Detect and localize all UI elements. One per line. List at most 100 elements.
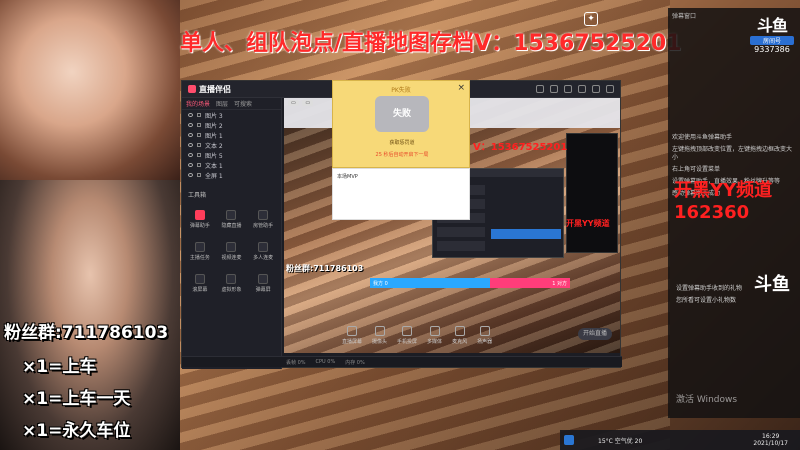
eye-icon[interactable] (188, 153, 193, 157)
minimize-icon[interactable] (578, 85, 586, 93)
tool-avatar[interactable]: 虚拟形象 (218, 269, 246, 297)
action-label: 摄像头 (372, 339, 388, 345)
room-number: 9337386 (754, 45, 790, 54)
room-label: 房间号 (750, 36, 794, 45)
tool-label: 视频连麦 (221, 254, 242, 261)
tab-layers[interactable]: 图层 (216, 99, 228, 108)
tool-danmu-helper[interactable]: 弹幕助手 (186, 205, 214, 233)
tab-search[interactable]: 可搜索 (234, 99, 252, 108)
eye-icon[interactable] (188, 143, 193, 147)
action-mic[interactable]: 麦克风 (452, 326, 467, 345)
tool-label: 房管助手 (253, 222, 274, 229)
status-item: CPU 0% (315, 359, 336, 365)
pk-popup-line: 获取惩罚道 (389, 140, 415, 146)
scene-item[interactable]: 文本 2 (182, 140, 281, 150)
tool-label: 弹幕屏 (255, 286, 271, 293)
scene-item[interactable]: 图片 2 (182, 120, 281, 130)
task-icon (194, 241, 205, 252)
chat-line: 右上角可设置菜单 (672, 166, 721, 173)
tab-my-scenes[interactable]: 我的场景 (186, 99, 210, 108)
taskbar-date: 2021/10/17 (753, 440, 788, 447)
eye-icon[interactable] (188, 133, 193, 137)
tool-room-admin[interactable]: 房管助手 (249, 205, 277, 233)
scene-item[interactable]: 图片 5 (182, 150, 281, 160)
scene-label: 全屏 1 (205, 172, 223, 180)
danmu-chat-panel[interactable]: 弹幕窗口 斗鱼 房间号 9337386 欢迎使用斗鱼弹幕助手 左键拖拽顶部改变位… (668, 8, 800, 418)
tool-multi-link[interactable]: 多人连麦 (249, 237, 277, 265)
scene-item[interactable]: 图片 1 (182, 130, 281, 140)
tool-label: 隐藏直播 (221, 222, 242, 229)
admin-icon (258, 209, 269, 220)
tool-scroll[interactable]: 滚屏幕 (186, 269, 214, 297)
source-pill[interactable]: ▭ (302, 100, 314, 106)
pk-progress-bar: 我方 0 1 对方 (370, 278, 570, 288)
gift-icon[interactable] (536, 85, 544, 93)
car-text-1: ×1=上车 (22, 357, 97, 377)
mvp-panel: 本场MVP (332, 168, 470, 220)
lock-icon[interactable] (197, 163, 201, 167)
action-phone-cast[interactable]: 手机投屏 (397, 326, 417, 345)
toolbox-grid: 弹幕助手 隐藏直播 房管助手 主播任务 视频连麦 多人连麦 滚屏幕 虚拟形象 弹… (182, 201, 281, 301)
avatar-icon (226, 273, 237, 284)
tool-hide-live[interactable]: 隐藏直播 (218, 205, 246, 233)
chat-line: 左键拖拽顶部改变位置，左键拖拽边框改变大小 (672, 146, 793, 161)
taskbar-weather[interactable]: 15°C 空气优 20 (598, 436, 642, 445)
scene-item[interactable]: 图片 3 (182, 110, 281, 120)
nested-highlight (491, 229, 561, 239)
settings-icon[interactable] (564, 85, 572, 93)
start-live-button[interactable]: 开始直播 (578, 328, 612, 340)
app-brand: 直播伴侣 (188, 84, 231, 95)
scene-item[interactable]: 全屏 1 (182, 170, 281, 180)
webcam-top (0, 0, 180, 180)
eye-icon[interactable] (188, 163, 193, 167)
pk-popup-title: PK失败 (391, 87, 411, 94)
action-speaker[interactable]: 扬声器 (477, 326, 492, 345)
taskbar-app-icon[interactable] (564, 435, 574, 445)
microphone-icon (454, 326, 465, 336)
speaker-icon (479, 326, 490, 336)
pk-fail-badge: 失败 (375, 96, 429, 132)
tool-label: 弹幕助手 (189, 222, 210, 229)
car-text-3: ×1=永久车位 (22, 421, 131, 441)
eye-icon[interactable] (188, 113, 193, 117)
tool-anchor-task[interactable]: 主播任务 (186, 237, 214, 265)
webcam-bottom (0, 180, 180, 450)
lock-icon[interactable] (197, 113, 201, 117)
scene-label: 文本 1 (205, 162, 223, 170)
screen-icon (258, 273, 269, 284)
douyu-logo-glyph: 斗鱼 (756, 16, 788, 35)
lock-icon[interactable] (197, 133, 201, 137)
lock-icon[interactable] (197, 123, 201, 127)
taskbar-clock[interactable]: 16:29 2021/10/17 (753, 433, 788, 447)
bell-icon[interactable]: ✦ (584, 12, 598, 26)
scene-label: 文本 2 (205, 142, 223, 150)
eye-icon[interactable] (188, 123, 193, 127)
lock-icon[interactable] (197, 153, 201, 157)
action-screen[interactable]: 直播屏幕 (342, 326, 362, 345)
tool-video-link[interactable]: 视频连麦 (218, 237, 246, 265)
status-item: 丢帧 0% (286, 359, 306, 366)
tool-danmu-screen[interactable]: 弹幕屏 (249, 269, 277, 297)
preview-fans-text: 粉丝群:711786103 (286, 264, 364, 273)
scene-item[interactable]: 文本 1 (182, 160, 281, 170)
maximize-icon[interactable] (592, 85, 600, 93)
mail-icon[interactable] (550, 85, 558, 93)
close-icon[interactable] (606, 85, 614, 93)
close-icon[interactable]: × (457, 83, 465, 93)
windows-taskbar: 15°C 空气优 20 16:29 2021/10/17 (560, 430, 800, 450)
eye-icon[interactable] (188, 173, 193, 177)
pk-left-score: 我方 0 (373, 280, 388, 287)
lock-icon[interactable] (197, 173, 201, 177)
action-label: 多媒体 (427, 339, 443, 345)
chat-header-title: 弹幕窗口 (672, 12, 697, 20)
lock-icon[interactable] (197, 143, 201, 147)
pk-result-popup[interactable]: PK失败 × 失败 获取惩罚道 25 秒后自动开启下一局 (332, 80, 470, 168)
action-camera[interactable]: 摄像头 (372, 326, 387, 345)
chat-line: 您所看可设置小礼物数 (676, 297, 737, 304)
popup-phone-text: V：15367525201 (473, 142, 568, 153)
action-media[interactable]: 多媒体 (427, 326, 442, 345)
source-pill[interactable]: ▭ (288, 100, 299, 106)
shield-icon (226, 209, 237, 220)
tool-label: 多人连麦 (253, 254, 274, 261)
yy-channel-number: 162360 (674, 202, 750, 223)
